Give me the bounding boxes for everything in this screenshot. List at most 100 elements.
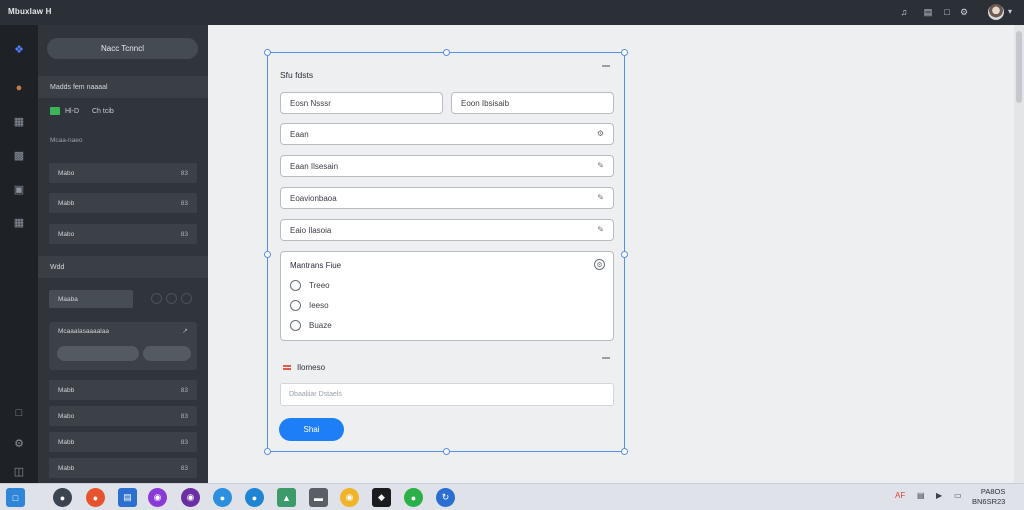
sync-icon[interactable]: ↻ — [436, 488, 455, 507]
extensions-icon[interactable]: ▤ — [922, 6, 934, 18]
sidebar-item-label: Mabo — [58, 169, 75, 177]
resize-handle[interactable] — [264, 49, 271, 56]
logo-icon[interactable]: ❖ — [12, 42, 26, 56]
edit-icon[interactable]: ✎ — [597, 225, 604, 234]
assets-icon[interactable]: ▣ — [12, 182, 26, 196]
radio-group: Mantrans Fiue ⚙ Treeo Ieeso Buaze — [280, 251, 614, 341]
status-text: Hl-D — [65, 107, 79, 115]
message-label-text: Ilomeso — [297, 363, 326, 372]
sidebar-item[interactable]: Mabb 83 — [49, 380, 197, 400]
status-value: Ch tcib — [92, 107, 114, 115]
sidebar-item-count: 83 — [180, 386, 188, 394]
settings-icon[interactable]: ⚙ — [597, 129, 604, 138]
radio-option[interactable]: Buaze — [290, 320, 332, 331]
drive-icon[interactable]: ▲ — [277, 488, 296, 507]
resize-handle[interactable] — [443, 49, 450, 56]
form-title: Sfu fdsts — [280, 70, 314, 80]
file-explorer-icon[interactable]: □ — [6, 488, 25, 507]
resize-handle[interactable] — [621, 448, 628, 455]
taskbar: □ ● ● ▤ ◉ ◉ ● ● ▲ ▬ ◉ ◆ ● ↻ AF ▤ ▶ ▭ PA8… — [0, 483, 1024, 510]
sidebar-item[interactable]: Mabo 83 — [49, 163, 197, 183]
field-value: Eoavionbaoa — [290, 193, 337, 203]
arrow-icon[interactable]: ↗ — [182, 327, 188, 335]
option-icon[interactable] — [181, 293, 192, 304]
sidebar-section-header[interactable]: Madds fem naaaal — [38, 76, 208, 98]
edge-icon[interactable]: ● — [245, 488, 264, 507]
sidebar-item[interactable]: Mabo 83 — [49, 406, 197, 426]
option-icon[interactable] — [166, 293, 177, 304]
radio-button[interactable] — [290, 280, 301, 291]
resize-handle[interactable] — [264, 448, 271, 455]
first-name-field[interactable]: Eosn Nsssr — [280, 92, 443, 114]
option-icon[interactable] — [151, 293, 162, 304]
edit-icon[interactable]: ✎ — [597, 161, 604, 170]
components-icon[interactable]: ▩ — [12, 148, 26, 162]
sidebar-section-2[interactable]: Wdd — [38, 256, 208, 278]
minimize-icon[interactable] — [602, 357, 610, 359]
scrollbar-thumb[interactable] — [1016, 31, 1022, 103]
sidebar-item[interactable]: Mabb 83 — [49, 193, 197, 213]
sidebar-field[interactable]: Maaba — [49, 290, 133, 308]
message-textarea[interactable]: Dbaaliiar Dstaels — [280, 383, 614, 406]
sidebar-item[interactable]: Mabo 83 — [49, 224, 197, 244]
resize-handle[interactable] — [621, 49, 628, 56]
message-label: Ilomeso — [283, 363, 325, 372]
photoshop-icon[interactable]: ◉ — [148, 488, 167, 507]
resize-handle[interactable] — [264, 251, 271, 258]
text-field[interactable]: Eaan Ilsesain ✎ — [280, 155, 614, 177]
terminal-icon[interactable]: ▬ — [309, 488, 328, 507]
trash-icon[interactable]: ◫ — [12, 464, 26, 478]
system-icon[interactable]: ● — [53, 488, 72, 507]
firefox-icon[interactable]: ● — [86, 488, 105, 507]
battery-icon[interactable]: ▭ — [954, 491, 962, 500]
pages-icon[interactable]: ● — [12, 81, 26, 95]
tray-indicator[interactable]: AF — [895, 491, 905, 500]
sidebar-item-count: 83 — [180, 169, 188, 177]
user-avatar[interactable] — [988, 4, 1004, 20]
sidebar-status: Hl-D Ch tcib — [50, 107, 114, 115]
settings-icon[interactable]: ⚙ — [958, 6, 970, 18]
notification-icon[interactable]: ♫ — [898, 6, 910, 18]
text-field[interactable]: Eoavionbaoa ✎ — [280, 187, 614, 209]
whatsapp-icon[interactable]: ● — [404, 488, 423, 507]
radio-button[interactable] — [290, 300, 301, 311]
field-value: Eaio Ilasoia — [290, 225, 332, 235]
new-project-button[interactable]: Nacc Tcnncl — [47, 38, 198, 59]
radio-label: Treeo — [309, 281, 330, 290]
email-field[interactable]: Eaan ⚙ — [280, 123, 614, 145]
app-icon[interactable]: ● — [213, 488, 232, 507]
volume-icon[interactable]: ▶ — [936, 491, 942, 500]
resize-handle[interactable] — [621, 251, 628, 258]
settings-icon[interactable]: ⚙ — [12, 436, 26, 450]
resize-handle[interactable] — [443, 448, 450, 455]
minimize-icon[interactable] — [602, 65, 610, 67]
last-name-field[interactable]: Eoon Ibsisaib — [451, 92, 614, 114]
message-icon — [283, 365, 291, 370]
settings-icon[interactable]: ⚙ — [594, 259, 605, 270]
scrollbar[interactable] — [1014, 25, 1024, 483]
plugins-icon[interactable]: ▦ — [12, 215, 26, 229]
radio-button[interactable] — [290, 320, 301, 331]
sidebar-item[interactable]: Mabb 83 — [49, 458, 197, 478]
submit-button[interactable]: Shai — [279, 418, 344, 441]
files-icon[interactable]: ▤ — [118, 488, 137, 507]
sidebar-item[interactable]: Mabb 83 — [49, 432, 197, 452]
card-pill[interactable] — [57, 346, 139, 361]
layers-icon[interactable]: ▦ — [12, 114, 26, 128]
chrome-icon[interactable]: ◉ — [340, 488, 359, 507]
text-field[interactable]: Eaio Ilasoia ✎ — [280, 219, 614, 241]
radio-option[interactable]: Ieeso — [290, 300, 329, 311]
help-icon[interactable]: □ — [12, 406, 26, 420]
sidebar-panel: Nacc Tcnncl Madds fem naaaal Hl-D Ch tci… — [38, 25, 208, 483]
network-icon[interactable]: ▤ — [917, 491, 925, 500]
edit-icon[interactable]: ✎ — [597, 193, 604, 202]
radio-option[interactable]: Treeo — [290, 280, 330, 291]
media-icon[interactable]: ◉ — [181, 488, 200, 507]
system-clock[interactable]: PA8OS BN6SR23 — [972, 487, 1005, 507]
share-icon[interactable]: □ — [941, 6, 953, 18]
clock-time: PA8OS — [980, 487, 1006, 496]
chevron-down-icon[interactable]: ▾ — [1008, 7, 1012, 16]
card-pill[interactable] — [143, 346, 191, 361]
radio-group-title: Mantrans Fiue — [290, 261, 342, 270]
game-icon[interactable]: ◆ — [372, 488, 391, 507]
